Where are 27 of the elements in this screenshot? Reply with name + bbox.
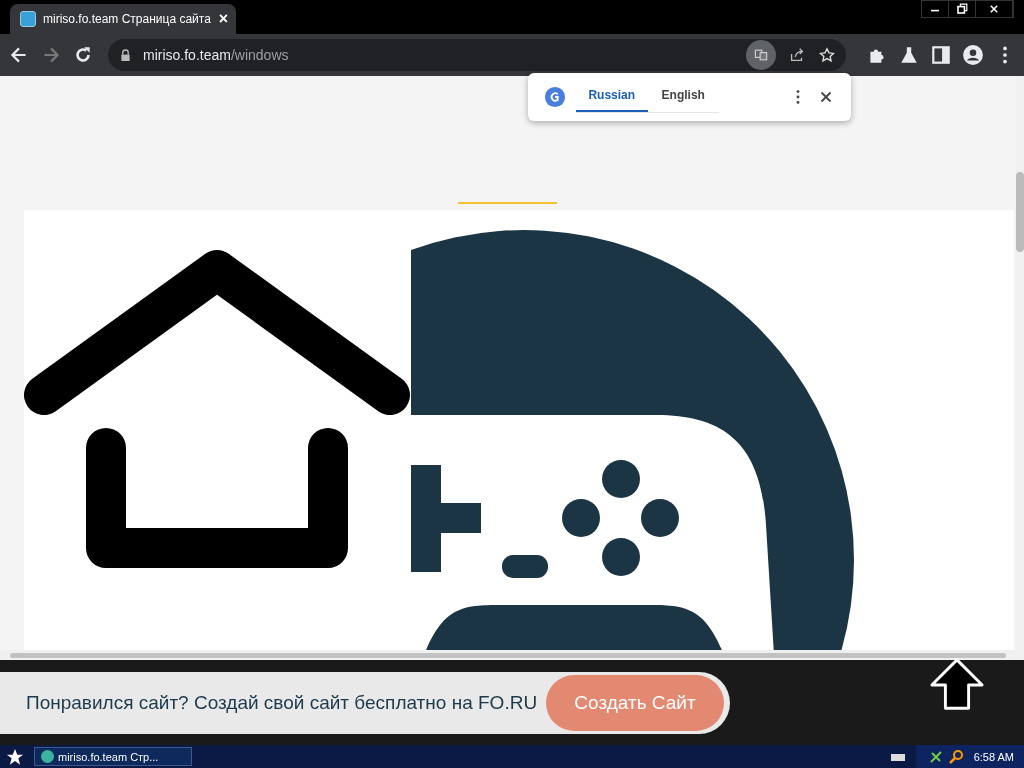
- promo-text: Понравился сайт? Создай свой сайт бесплатно на FO.RU: [26, 691, 538, 714]
- close-tab-button[interactable]: ×: [218, 10, 228, 28]
- browser-tab[interactable]: miriso.fo.team Страница сайта ×: [10, 4, 236, 34]
- clock-text: 6:58 AM: [973, 750, 1014, 763]
- site-favicon-icon: [20, 11, 36, 27]
- lock-icon: [120, 48, 131, 62]
- taskbar-window-title: miriso.fo.team Стр...: [58, 750, 159, 763]
- taskbar-window-button[interactable]: miriso.fo.team Стр...: [34, 747, 192, 766]
- share-icon[interactable]: [788, 46, 806, 64]
- tab-title: miriso.fo.team Страница сайта: [43, 12, 212, 26]
- globe-icon: [41, 750, 54, 763]
- search-icon[interactable]: [947, 748, 964, 765]
- vertical-scrollbar[interactable]: [1016, 76, 1024, 650]
- start-star-icon[interactable]: [6, 747, 24, 766]
- translate-icon[interactable]: [746, 40, 776, 70]
- profile-avatar-icon[interactable]: [962, 44, 984, 66]
- url-text: miriso.fo.team/windows: [143, 47, 289, 63]
- side-panel-icon[interactable]: [930, 44, 952, 66]
- address-bar[interactable]: miriso.fo.team/windows: [108, 39, 846, 71]
- language-tab[interactable]: Russian: [576, 79, 648, 112]
- language-tab[interactable]: English: [647, 79, 719, 112]
- flask-icon[interactable]: [898, 44, 920, 66]
- window-controls[interactable]: [921, 0, 1014, 18]
- star-icon[interactable]: [818, 46, 836, 64]
- google-translate-icon: [544, 86, 566, 108]
- horizontal-scrollbar[interactable]: [0, 650, 1024, 660]
- house-icon: [24, 250, 410, 568]
